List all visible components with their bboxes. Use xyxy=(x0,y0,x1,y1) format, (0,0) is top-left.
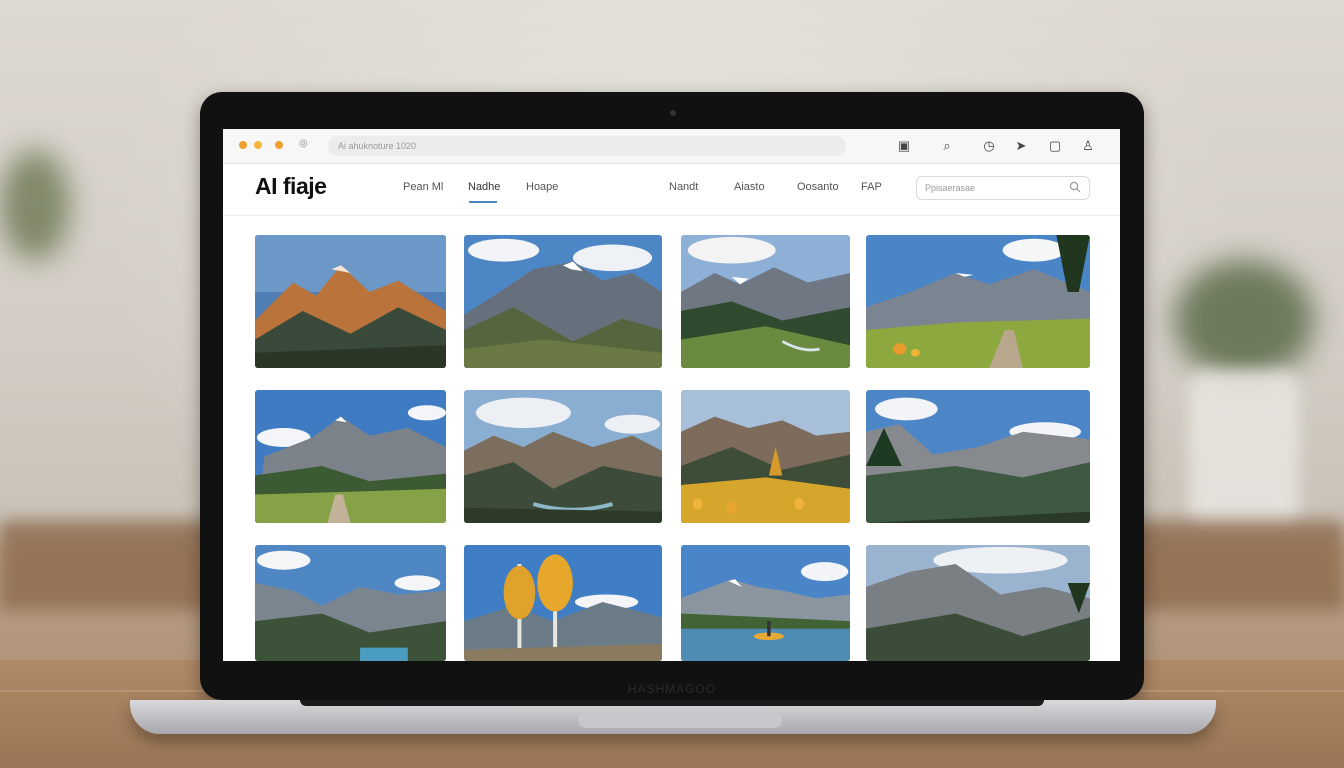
mountain-photo-icon xyxy=(255,390,446,523)
mountain-photo-icon xyxy=(464,390,662,523)
mountain-photo-icon xyxy=(464,235,662,368)
laptop-brand: HASHMAGOO xyxy=(627,682,717,696)
search-placeholder: Ppisaerasae xyxy=(925,183,976,193)
blurred-plant-left xyxy=(0,150,70,260)
browser-toolbar: ◎ Ai ahuknoture 1020 ▣ ⌕ ◷ ➤ ▢ ♙ xyxy=(223,129,1120,164)
mountain-photo-icon xyxy=(866,235,1090,368)
address-bar[interactable]: Ai ahuknoture 1020 xyxy=(328,136,846,156)
gallery-image[interactable] xyxy=(681,390,850,523)
site-header: AI fiaje Pean Ml Nadhe Hoape Nandt Aiast… xyxy=(223,163,1120,216)
nav-item-3[interactable]: Hoape xyxy=(526,181,558,193)
mountain-photo-icon xyxy=(681,235,850,368)
gallery-image[interactable] xyxy=(255,545,446,661)
gallery-image[interactable] xyxy=(255,390,446,523)
site-info-icon[interactable]: ◎ xyxy=(299,138,311,150)
gallery-image[interactable] xyxy=(464,545,662,661)
gallery-image[interactable] xyxy=(866,390,1090,523)
mountain-photo-icon xyxy=(255,235,446,368)
gallery-image[interactable] xyxy=(255,235,446,368)
nav-item-4[interactable]: Nandt xyxy=(669,181,698,193)
search-icon[interactable]: ⌕ xyxy=(938,137,956,155)
nav-item-5[interactable]: Aiasto xyxy=(734,181,765,193)
send-icon[interactable]: ➤ xyxy=(1012,137,1030,155)
nav-item-1[interactable]: Pean Ml xyxy=(403,181,443,193)
mountain-photo-icon xyxy=(681,390,850,523)
gallery-image[interactable] xyxy=(464,235,662,368)
blurred-shelf-left xyxy=(0,520,220,610)
blurred-plant-right xyxy=(1174,260,1314,380)
webcam xyxy=(670,110,676,116)
clock-icon[interactable]: ◷ xyxy=(980,137,998,155)
nav-item-2[interactable]: Nadhe xyxy=(468,181,500,193)
window-icon[interactable]: ▢ xyxy=(1046,137,1064,155)
gallery-image[interactable] xyxy=(464,390,662,523)
site-logo[interactable]: AI fiaje xyxy=(255,173,327,200)
window-dot-minimize[interactable] xyxy=(254,141,262,149)
active-nav-indicator xyxy=(469,201,497,203)
search-input[interactable]: Ppisaerasae xyxy=(916,176,1090,200)
mountain-photo-icon xyxy=(866,545,1090,661)
mountain-photo-icon xyxy=(866,390,1090,523)
gallery-image[interactable] xyxy=(866,545,1090,661)
screen: ◎ Ai ahuknoture 1020 ▣ ⌕ ◷ ➤ ▢ ♙ AI fiaj… xyxy=(223,129,1120,661)
window-dot-extra[interactable] xyxy=(275,141,283,149)
mountain-photo-icon xyxy=(681,545,850,661)
blurred-pot xyxy=(1189,370,1299,530)
share-icon[interactable]: ▣ xyxy=(895,137,913,155)
gallery-image[interactable] xyxy=(681,545,850,661)
mountain-photo-icon xyxy=(255,545,446,661)
user-icon[interactable]: ♙ xyxy=(1079,137,1097,155)
nav-item-6[interactable]: Oosanto xyxy=(797,181,839,193)
blurred-shelf-right xyxy=(1124,520,1344,610)
mountain-photo-icon xyxy=(464,545,662,661)
nav-item-7[interactable]: FAP xyxy=(861,181,882,193)
gallery-image[interactable] xyxy=(681,235,850,368)
laptop-notch xyxy=(578,712,782,728)
gallery-image[interactable] xyxy=(866,235,1090,368)
search-icon[interactable] xyxy=(1069,181,1081,193)
window-dot-close[interactable] xyxy=(239,141,247,149)
laptop-hinge xyxy=(300,700,1044,706)
